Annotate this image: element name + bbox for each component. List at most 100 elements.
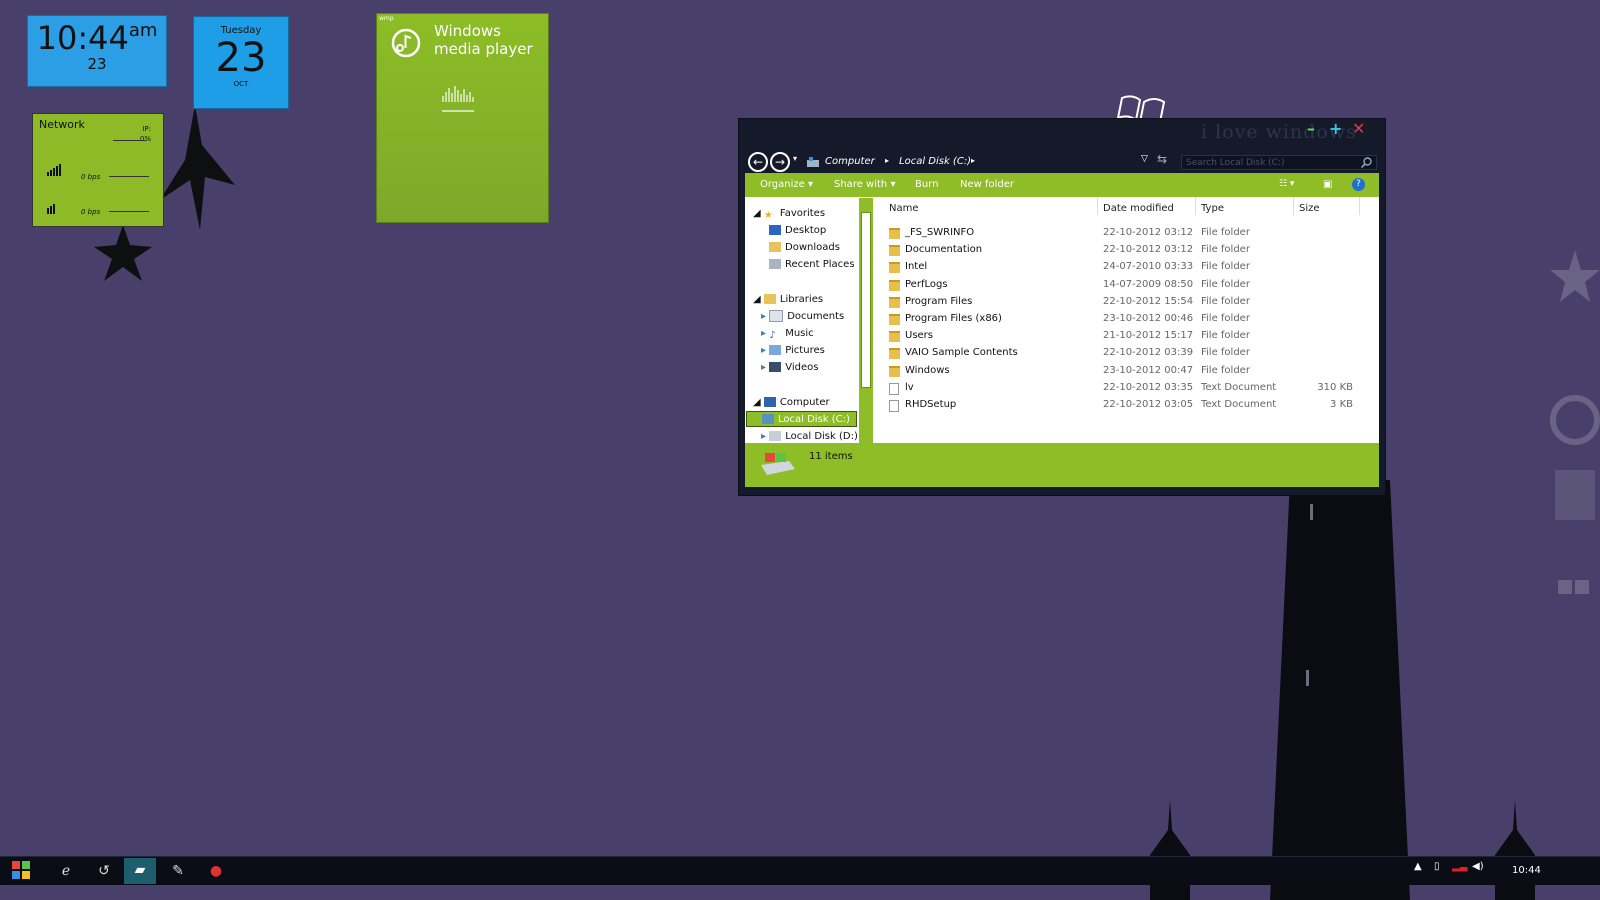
- spire-silhouette: [1495, 800, 1535, 900]
- nav-recent-places[interactable]: Recent Places: [769, 257, 855, 273]
- calendar-month: OCT: [233, 80, 249, 88]
- divider[interactable]: [1293, 197, 1294, 215]
- recent-pages-dropdown[interactable]: ▾: [793, 154, 797, 163]
- start-button[interactable]: [8, 857, 34, 883]
- table-row[interactable]: Documentation 22-10-2012 03:12 File folder: [881, 241, 1379, 258]
- app-icon[interactable]: ●: [204, 859, 228, 883]
- cell-date: 22-10-2012 03:39: [1103, 347, 1194, 359]
- title-bar[interactable]: i love windows – + ✕: [739, 119, 1385, 149]
- search-input[interactable]: Search Local Disk (C:): [1181, 155, 1377, 170]
- minimize-button[interactable]: –: [1307, 119, 1315, 138]
- nav-pictures[interactable]: ▸ Pictures: [761, 343, 825, 359]
- burn-button[interactable]: Burn: [915, 179, 938, 190]
- chat-icon[interactable]: ✎: [166, 859, 190, 883]
- search-icon[interactable]: [1361, 157, 1372, 168]
- folder-icon: [889, 279, 900, 291]
- taskbar: ℯ ↺ ▰ ✎ ● ▲ ▯ ▂▃ ◀) 10:44: [0, 856, 1600, 885]
- pictures-icon: [769, 345, 782, 355]
- cell-name: Users: [905, 330, 934, 342]
- help-icon[interactable]: ?: [1352, 178, 1365, 191]
- divider[interactable]: [1195, 197, 1196, 215]
- nav-downloads[interactable]: Downloads: [769, 240, 840, 256]
- table-row[interactable]: PerfLogs 14-07-2009 08:50 File folder: [881, 276, 1379, 293]
- divider[interactable]: [1097, 197, 1098, 215]
- explorer-taskbar-button[interactable]: ▰: [124, 858, 156, 884]
- tray-overflow-icon[interactable]: ▲: [1414, 861, 1422, 872]
- table-row[interactable]: Windows 23-10-2012 00:47 File folder: [881, 362, 1379, 379]
- cell-date: 23-10-2012 00:46: [1103, 313, 1194, 324]
- drive-icon: [761, 453, 795, 475]
- cell-type: File folder: [1201, 261, 1250, 273]
- table-row[interactable]: _FS_SWRINFO 22-10-2012 03:12 File folder: [881, 224, 1379, 241]
- nav-local-disk-c[interactable]: Local Disk (C:): [746, 411, 857, 427]
- close-button[interactable]: ✕: [1352, 119, 1365, 138]
- breadcrumb-local-disk[interactable]: Local Disk (C:): [899, 156, 971, 167]
- cell-name: Windows: [905, 364, 950, 376]
- cell-type: File folder: [1201, 244, 1250, 256]
- chevron-right-icon[interactable]: ▸: [971, 156, 975, 165]
- nav-desktop[interactable]: Desktop: [769, 223, 826, 239]
- cell-type: File folder: [1201, 330, 1250, 342]
- new-folder-button[interactable]: New folder: [960, 179, 1014, 190]
- explorer-window[interactable]: i love windows – + ✕ ← → ▾ Computer ▸ Lo…: [738, 118, 1386, 496]
- view-options-icon[interactable]: ☷ ▾: [1279, 179, 1294, 189]
- table-row[interactable]: Intel 24-07-2010 03:33 File folder: [881, 258, 1379, 275]
- table-row[interactable]: Program Files (x86) 23-10-2012 00:46 File …: [881, 310, 1379, 327]
- navigation-pane: ◢ ★ Favorites Desktop Downloads Recent Pl…: [745, 197, 873, 444]
- volume-icon[interactable]: ◀): [1472, 861, 1484, 872]
- desktop-icon: [769, 225, 781, 235]
- column-date[interactable]: Date modified: [1103, 203, 1174, 214]
- divider: [113, 140, 147, 141]
- details-pane: 11 items: [745, 443, 1379, 487]
- cell-type: File folder: [1201, 313, 1250, 324]
- music-note-icon: [391, 28, 421, 58]
- chevron-right-icon[interactable]: ▸: [885, 156, 889, 165]
- signal-bars-icon: [47, 164, 61, 176]
- wmp-gadget[interactable]: wmp Windows media player: [376, 13, 549, 223]
- battery-icon[interactable]: ▯: [1434, 861, 1440, 872]
- column-name[interactable]: Name: [889, 203, 919, 214]
- network-up-rate: 0 bps: [81, 173, 101, 181]
- address-bar[interactable]: ← → ▾ Computer ▸ Local Disk (C:) ▸ ▽ ⇆ S…: [745, 149, 1379, 173]
- music-icon: ♪: [769, 330, 776, 341]
- nav-libraries[interactable]: ◢ Libraries: [753, 292, 823, 308]
- app-icon[interactable]: ↺: [92, 859, 116, 883]
- address-dropdown[interactable]: ▽: [1141, 154, 1148, 164]
- preview-pane-icon[interactable]: ▣: [1323, 179, 1332, 190]
- scrollbar-thumb[interactable]: [861, 212, 871, 388]
- table-row[interactable]: Users 21-10-2012 15:17 File folder: [881, 327, 1379, 344]
- divider[interactable]: [1359, 197, 1360, 215]
- nav-favorites[interactable]: ◢ ★ Favorites: [753, 206, 825, 222]
- taskbar-clock[interactable]: 10:44: [1512, 865, 1541, 876]
- cell-type: Text Document: [1201, 399, 1277, 410]
- forward-button[interactable]: →: [770, 152, 790, 172]
- nav-computer[interactable]: ◢ Computer: [753, 395, 830, 411]
- nav-documents[interactable]: ▸ Documents: [761, 309, 844, 325]
- column-type[interactable]: Type: [1201, 203, 1224, 214]
- star-icon: ★: [763, 210, 773, 221]
- cell-type: File folder: [1201, 364, 1250, 376]
- table-row[interactable]: VAIO Sample Contents 22-10-2012 03:39 File…: [881, 344, 1379, 361]
- table-row[interactable]: RHDSetup 22-10-2012 03:05 Text Document 3 K…: [881, 396, 1379, 413]
- nav-videos[interactable]: ▸ Videos: [761, 360, 818, 376]
- ie-icon[interactable]: ℯ: [54, 859, 78, 883]
- maximize-button[interactable]: +: [1329, 119, 1342, 138]
- nav-scrollbar[interactable]: [859, 198, 873, 444]
- network-icon[interactable]: ▂▃: [1452, 861, 1467, 872]
- cell-date: 22-10-2012 03:12: [1103, 244, 1194, 256]
- refresh-icon[interactable]: ⇆: [1157, 152, 1167, 166]
- table-row[interactable]: lv 22-10-2012 03:35 Text Document 310 KB: [881, 379, 1379, 396]
- network-down-rate: 0 bps: [81, 208, 101, 216]
- network-gadget[interactable]: Network IP: 0% 0 bps 0 bps: [32, 113, 164, 227]
- cell-date: 22-10-2012 03:05: [1103, 399, 1194, 410]
- column-size[interactable]: Size: [1299, 203, 1320, 214]
- organize-button[interactable]: Organize ▾: [760, 179, 813, 190]
- table-row[interactable]: Program Files 22-10-2012 15:54 File folder: [881, 293, 1379, 310]
- nav-music[interactable]: ▸ ♪ Music: [761, 326, 814, 342]
- back-button[interactable]: ←: [748, 152, 768, 172]
- breadcrumb-computer[interactable]: Computer: [825, 156, 875, 167]
- wmp-title: Windows media player: [434, 22, 533, 58]
- clock-gadget[interactable]: 10:44am 23: [27, 15, 167, 87]
- share-with-button[interactable]: Share with ▾: [834, 179, 895, 190]
- calendar-gadget[interactable]: Tuesday 23 OCT: [193, 16, 289, 109]
